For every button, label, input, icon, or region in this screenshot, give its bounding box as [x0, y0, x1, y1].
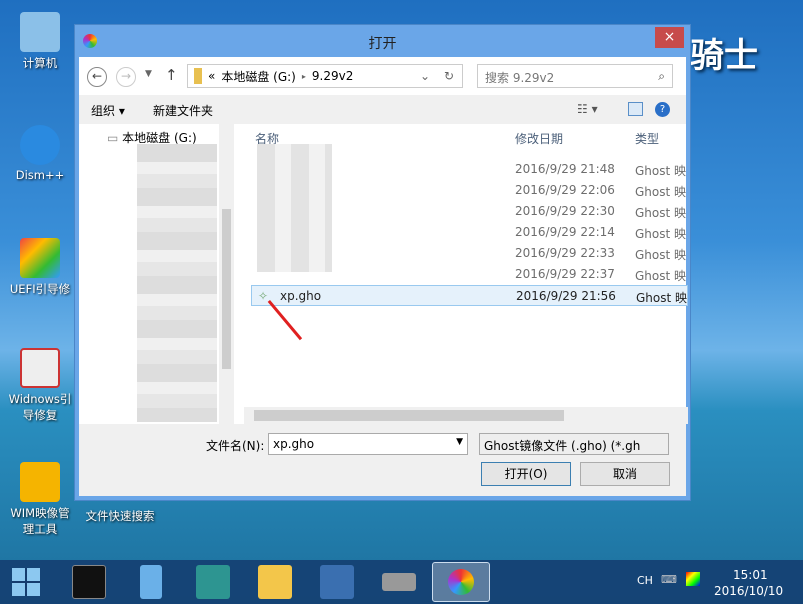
gho-file-icon: ✧	[258, 289, 268, 303]
desktop-icon-file-search[interactable]: 文件快速搜索	[80, 508, 160, 524]
desktop-icon-dism[interactable]: Dism++	[5, 125, 75, 182]
view-options-icon[interactable]: ☷ ▾	[577, 102, 598, 116]
registry-icon[interactable]	[196, 565, 230, 599]
search-icon: ⌕	[658, 69, 665, 84]
label: Widnows引导修复	[9, 392, 72, 422]
file-type: Ghost 映	[635, 183, 686, 200]
chip-icon[interactable]	[382, 573, 416, 591]
refresh-icon[interactable]: ↻	[444, 69, 454, 83]
title-bar[interactable]: 打开 ×	[75, 25, 690, 57]
breadcrumb-separator[interactable]: ▸	[302, 72, 306, 81]
recent-dropdown-icon[interactable]: ▼	[145, 69, 152, 79]
cmd-icon[interactable]	[72, 565, 106, 599]
desktop-icon-uefi[interactable]: UEFI引导修	[5, 238, 75, 297]
filter-value: Ghost镜像文件 (.gho) (*.gh	[484, 439, 640, 453]
breadcrumb-folder[interactable]: 9.29v2	[312, 69, 353, 83]
explorer-icon[interactable]	[258, 565, 292, 599]
file-type: Ghost 映	[635, 267, 686, 284]
display-icon[interactable]	[686, 572, 700, 586]
clock-time[interactable]: 15:01	[733, 568, 768, 582]
brand-logo-text: 骑士	[690, 28, 758, 77]
file-type: Ghost 映	[636, 289, 687, 306]
desktop-icon-wim[interactable]: WIM映像管理工具	[5, 462, 75, 537]
new-folder-button[interactable]: 新建文件夹	[153, 102, 213, 119]
close-button[interactable]: ×	[655, 27, 684, 48]
breadcrumb-drive[interactable]: 本地磁盘 (G:)	[221, 68, 296, 85]
start-button[interactable]	[9, 565, 43, 599]
label: 文件快速搜索	[86, 509, 155, 523]
file-date: 2016/9/29 22:06	[515, 183, 615, 197]
active-app-button[interactable]	[432, 562, 490, 602]
file-row[interactable]: ✧ xp.gho 2016/9/29 21:56 Ghost 映	[251, 285, 688, 306]
filename-input[interactable]: xp.gho▼	[268, 433, 468, 455]
label: UEFI引导修	[10, 282, 70, 296]
file-date: 2016/9/29 22:33	[515, 246, 615, 260]
dialog-title: 打开	[75, 33, 690, 53]
language-indicator[interactable]: CH	[637, 574, 653, 587]
file-type-select[interactable]: Ghost镜像文件 (.gho) (*.gh	[479, 433, 669, 455]
drive-icon: ▭	[107, 131, 118, 145]
desktop-icon-windows-repair[interactable]: Widnows引导修复	[5, 348, 75, 423]
filename-value: xp.gho	[273, 437, 314, 451]
computer-icon	[20, 12, 60, 52]
desktop-icon-computer[interactable]: 计算机	[5, 12, 75, 71]
address-bar[interactable]: « 本地磁盘 (G:) ▸ 9.29v2 ⌄ ↻	[187, 64, 463, 88]
file-row[interactable]: 2016/9/29 21:48 Ghost 映	[251, 159, 688, 180]
back-button[interactable]: ←	[87, 67, 107, 87]
search-input[interactable]: 搜索 9.29v2 ⌕	[477, 64, 673, 88]
windows-icon	[20, 238, 60, 278]
label: Dism++	[16, 168, 65, 182]
file-type: Ghost 映	[635, 162, 686, 179]
wim-icon	[20, 462, 60, 502]
navigation-tree[interactable]: ▭ 本地磁盘 (G:)	[79, 124, 234, 424]
folder-icon	[194, 68, 202, 84]
organize-menu[interactable]: 组织 ▾	[91, 102, 125, 119]
forward-button[interactable]: →	[116, 67, 136, 87]
file-row[interactable]: 2016/9/29 22:37 Ghost 映	[251, 264, 688, 285]
file-row[interactable]: 2016/9/29 22:14 Ghost 映	[251, 222, 688, 243]
label: 计算机	[23, 56, 58, 70]
first-aid-icon	[20, 348, 60, 388]
file-row[interactable]: 2016/9/29 22:33 Ghost 映	[251, 243, 688, 264]
file-row[interactable]: 2016/9/29 22:06 Ghost 映	[251, 180, 688, 201]
label: WIM映像管理工具	[10, 506, 69, 536]
tree-scrollbar[interactable]	[219, 124, 234, 424]
taskbar: CH ⌨ 15:01 2016/10/10	[0, 560, 803, 604]
file-name: xp.gho	[280, 289, 321, 303]
open-file-dialog: 打开 × ← → ▼ ↑ « 本地磁盘 (G:) ▸ 9.29v2 ⌄ ↻ 搜索…	[74, 24, 691, 501]
search-placeholder: 搜索 9.29v2	[485, 71, 554, 85]
file-row[interactable]: 2016/9/29 22:30 Ghost 映	[251, 201, 688, 222]
file-date: 2016/9/29 22:37	[515, 267, 615, 281]
gear-icon	[20, 125, 60, 165]
preview-pane-icon[interactable]	[628, 102, 643, 116]
blurred-folder-list	[137, 144, 217, 422]
file-type: Ghost 映	[635, 225, 686, 242]
file-date: 2016/9/29 22:14	[515, 225, 615, 239]
up-arrow-icon[interactable]: ↑	[165, 66, 178, 84]
address-dropdown-icon[interactable]: ⌄	[420, 69, 430, 83]
filename-label: 文件名(N):	[206, 437, 264, 454]
file-date: 2016/9/29 22:30	[515, 204, 615, 218]
clock-date[interactable]: 2016/10/10	[714, 584, 783, 598]
breadcrumb-overflow[interactable]: «	[208, 69, 215, 83]
file-date: 2016/9/29 21:56	[516, 289, 616, 303]
file-type: Ghost 映	[635, 246, 686, 263]
file-type: Ghost 映	[635, 204, 686, 221]
keyboard-icon[interactable]: ⌨	[661, 573, 677, 586]
notepad-icon[interactable]	[140, 565, 162, 599]
file-date: 2016/9/29 21:48	[515, 162, 615, 176]
help-icon[interactable]: ?	[655, 102, 670, 117]
column-header-date[interactable]: 修改日期	[515, 130, 563, 147]
column-header-type[interactable]: 类型	[635, 130, 659, 147]
disk-tool-icon[interactable]	[320, 565, 354, 599]
cancel-button[interactable]: 取消	[580, 462, 670, 486]
horizontal-scrollbar[interactable]	[244, 407, 688, 424]
tree-label: 本地磁盘 (G:)	[122, 131, 197, 145]
open-button[interactable]: 打开(O)	[481, 462, 571, 486]
app-icon	[448, 569, 474, 595]
navigation-bar: ← → ▼ ↑ « 本地磁盘 (G:) ▸ 9.29v2 ⌄ ↻ 搜索 9.29…	[79, 57, 686, 95]
toolbar: 组织 ▾ 新建文件夹 ☷ ▾ ?	[79, 95, 686, 123]
